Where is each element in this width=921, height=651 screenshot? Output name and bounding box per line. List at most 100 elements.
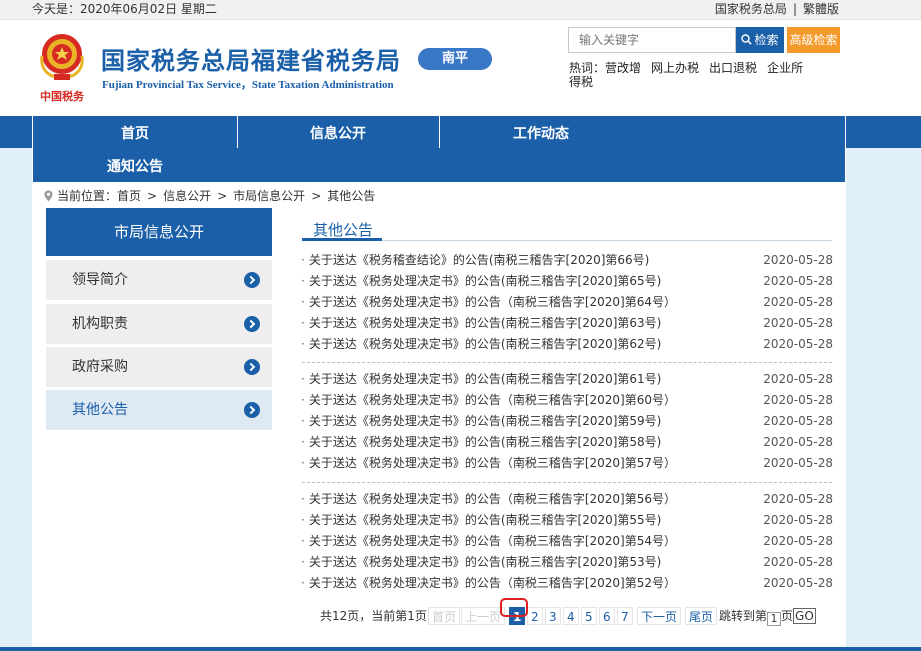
chevron-right-icon bbox=[244, 316, 260, 332]
notice-link[interactable]: 关于送达《税务处理决定书》的公告（南税三稽告字[2020]第54号） bbox=[309, 534, 676, 548]
location-pin-icon bbox=[44, 190, 53, 202]
list-item: · 关于送达《税务处理决定书》的公告(南税三稽告字[2020]第53号) 2020-… bbox=[301, 552, 833, 573]
sidebar-item-label: 其他公告 bbox=[72, 402, 128, 418]
breadcrumb-city-info[interactable]: 市局信息公开 bbox=[233, 189, 305, 203]
notice-date: 2020-05-28 bbox=[763, 513, 833, 527]
page-jump: 跳转到第 1 页 GO bbox=[719, 607, 816, 626]
region-badge[interactable]: 南平 bbox=[418, 48, 492, 70]
nav-item-info-disclosure[interactable]: 信息公开 bbox=[238, 123, 438, 143]
page-jump-input[interactable]: 1 bbox=[767, 612, 782, 626]
sidebar-item-other-notices[interactable]: 其他公告 bbox=[46, 390, 272, 430]
pagination-summary: 共12页，当前第1页 bbox=[320, 609, 427, 623]
site-title: 国家税务总局福建省税务局 bbox=[101, 47, 401, 75]
current-page-highlight bbox=[500, 598, 528, 617]
sidebar-item-label: 机构职责 bbox=[72, 316, 128, 332]
sidebar-title: 市局信息公开 bbox=[46, 208, 272, 256]
notice-link[interactable]: 关于送达《税务处理决定书》的公告（南税三稽告字[2020]第56号） bbox=[309, 492, 676, 506]
search-button[interactable]: 检索 bbox=[736, 27, 784, 53]
page-7-button[interactable]: 7 bbox=[617, 607, 633, 625]
hot-word-online-tax[interactable]: 网上办税 bbox=[651, 61, 699, 75]
hot-words-label: 热词： bbox=[569, 61, 606, 75]
hot-word-export-rebate[interactable]: 出口退税 bbox=[709, 61, 757, 75]
breadcrumb-home[interactable]: 首页 bbox=[117, 189, 141, 203]
notice-link[interactable]: 关于送达《税务处理决定书》的公告(南税三稽告字[2020]第53号) bbox=[309, 555, 662, 569]
nav-item-work-news[interactable]: 工作动态 bbox=[441, 123, 641, 143]
notice-link[interactable]: 关于送达《税务稽查结论》的公告(南税三稽告字[2020]第66号) bbox=[309, 253, 650, 267]
notice-date: 2020-05-28 bbox=[763, 492, 833, 506]
link-sta-main[interactable]: 国家税务总局 bbox=[715, 2, 787, 16]
hot-words: 热词：营改增 网上办税 出口退税 企业所得税 bbox=[569, 61, 809, 89]
list-item: · 关于送达《税务处理决定书》的公告(南税三稽告字[2020]第58号) 2020-… bbox=[301, 432, 833, 453]
page-6-button[interactable]: 6 bbox=[599, 607, 615, 625]
advanced-search-button[interactable]: 高级检索 bbox=[787, 27, 840, 53]
breadcrumb-other-notices[interactable]: 其他公告 bbox=[327, 189, 375, 203]
list-item: · 关于送达《税务稽查结论》的公告(南税三稽告字[2020]第66号) 2020-0… bbox=[301, 250, 833, 271]
page-jump-suffix: 页 bbox=[781, 609, 794, 623]
page-4-button[interactable]: 4 bbox=[563, 607, 579, 625]
next-page-button[interactable]: 下一页 bbox=[637, 607, 682, 625]
list-item: · 关于送达《税务处理决定书》的公告（南税三稽告字[2020]第64号） 2020-… bbox=[301, 292, 833, 313]
notice-date: 2020-05-28 bbox=[763, 414, 833, 428]
link-traditional-chinese[interactable]: 繁體版 bbox=[803, 2, 839, 16]
page-2-button[interactable]: 2 bbox=[527, 607, 543, 625]
notice-link[interactable]: 关于送达《税务处理决定书》的公告（南税三稽告字[2020]第60号） bbox=[309, 393, 676, 407]
notice-date: 2020-05-28 bbox=[763, 393, 833, 407]
breadcrumb-separator: > bbox=[217, 189, 228, 203]
notice-link[interactable]: 关于送达《税务处理决定书》的公告(南税三稽告字[2020]第59号) bbox=[309, 414, 662, 428]
notice-date: 2020-05-28 bbox=[763, 316, 833, 330]
list-bullet: · bbox=[301, 337, 305, 351]
notice-link[interactable]: 关于送达《税务处理决定书》的公告（南税三稽告字[2020]第52号） bbox=[309, 576, 676, 590]
sidebar-item-label: 领导简介 bbox=[72, 272, 128, 288]
notice-link[interactable]: 关于送达《税务处理决定书》的公告（南税三稽告字[2020]第64号） bbox=[309, 295, 676, 309]
chevron-right-icon bbox=[244, 272, 260, 288]
breadcrumb-separator: > bbox=[147, 189, 158, 203]
nav-item-home[interactable]: 首页 bbox=[35, 123, 235, 143]
notice-link[interactable]: 关于送达《税务处理决定书》的公告（南税三稽告字[2020]第57号） bbox=[309, 456, 676, 470]
nav-item-notices[interactable]: 通知公告 bbox=[35, 156, 235, 176]
page-5-button[interactable]: 5 bbox=[581, 607, 597, 625]
logo-text: 中国税务 bbox=[40, 89, 85, 103]
notice-date: 2020-05-28 bbox=[763, 555, 833, 569]
sidebar-item-procurement[interactable]: 政府采购 bbox=[46, 347, 272, 387]
breadcrumb-prefix: 当前位置： bbox=[57, 189, 118, 203]
notice-link[interactable]: 关于送达《税务处理决定书》的公告(南税三稽告字[2020]第55号) bbox=[309, 513, 662, 527]
top-bar: 今天是：2020年06月02日 星期二 国家税务总局 | 繁體版 bbox=[0, 0, 921, 20]
sidebar-item-leaders[interactable]: 领导简介 bbox=[46, 260, 272, 300]
list-item: · 关于送达《税务处理决定书》的公告(南税三稽告字[2020]第59号) 2020-… bbox=[301, 411, 833, 432]
list-bullet: · bbox=[301, 576, 305, 590]
site-subtitle-en: Fujian Provincial Tax Service，State Taxa… bbox=[102, 79, 394, 91]
page-3-button[interactable]: 3 bbox=[545, 607, 561, 625]
search-input[interactable] bbox=[568, 27, 736, 53]
list-item: · 关于送达《税务处理决定书》的公告（南税三稽告字[2020]第60号） 2020-… bbox=[301, 390, 833, 411]
notice-link[interactable]: 关于送达《税务处理决定书》的公告(南税三稽告字[2020]第61号) bbox=[309, 372, 662, 386]
list-bullet: · bbox=[301, 274, 305, 288]
notice-date: 2020-05-28 bbox=[763, 576, 833, 590]
last-page-button[interactable]: 尾页 bbox=[685, 607, 718, 625]
list-bullet: · bbox=[301, 534, 305, 548]
top-links: 国家税务总局 | 繁體版 bbox=[715, 0, 839, 19]
notice-link[interactable]: 关于送达《税务处理决定书》的公告(南税三稽告字[2020]第62号) bbox=[309, 337, 662, 351]
notice-link[interactable]: 关于送达《税务处理决定书》的公告(南税三稽告字[2020]第65号) bbox=[309, 274, 662, 288]
sidebar-item-duties[interactable]: 机构职责 bbox=[46, 304, 272, 344]
notice-link[interactable]: 关于送达《税务处理决定书》的公告(南税三稽告字[2020]第58号) bbox=[309, 435, 662, 449]
sidebar-item-label: 政府采购 bbox=[72, 359, 128, 375]
list-divider bbox=[302, 482, 832, 483]
search-button-label: 检索 bbox=[754, 33, 779, 47]
breadcrumb-info-disclosure[interactable]: 信息公开 bbox=[163, 189, 211, 203]
section-title: 其他公告 bbox=[313, 221, 374, 239]
list-item: · 关于送达《税务处理决定书》的公告(南税三稽告字[2020]第55号) 2020-… bbox=[301, 510, 833, 531]
hot-word-yinggaizeng[interactable]: 营改增 bbox=[605, 61, 641, 75]
page-jump-label: 跳转到第 bbox=[719, 609, 768, 623]
notice-date: 2020-05-28 bbox=[763, 295, 833, 309]
prev-page-button[interactable]: 上一页 bbox=[461, 607, 506, 625]
list-item: · 关于送达《税务处理决定书》的公告（南税三稽告字[2020]第56号） 2020-… bbox=[301, 489, 833, 510]
first-page-button[interactable]: 首页 bbox=[428, 607, 461, 625]
notice-link[interactable]: 关于送达《税务处理决定书》的公告(南税三稽告字[2020]第63号) bbox=[309, 316, 662, 330]
section-title-underline bbox=[302, 238, 382, 241]
list-item: · 关于送达《税务处理决定书》的公告（南税三稽告字[2020]第57号） 2020-… bbox=[301, 453, 833, 474]
page-go-button[interactable]: GO bbox=[793, 608, 816, 624]
notice-date: 2020-05-28 bbox=[763, 274, 833, 288]
notice-date: 2020-05-28 bbox=[763, 534, 833, 548]
breadcrumb-separator: > bbox=[311, 189, 322, 203]
tax-emblem-logo[interactable]: 中国税务 bbox=[34, 30, 90, 108]
